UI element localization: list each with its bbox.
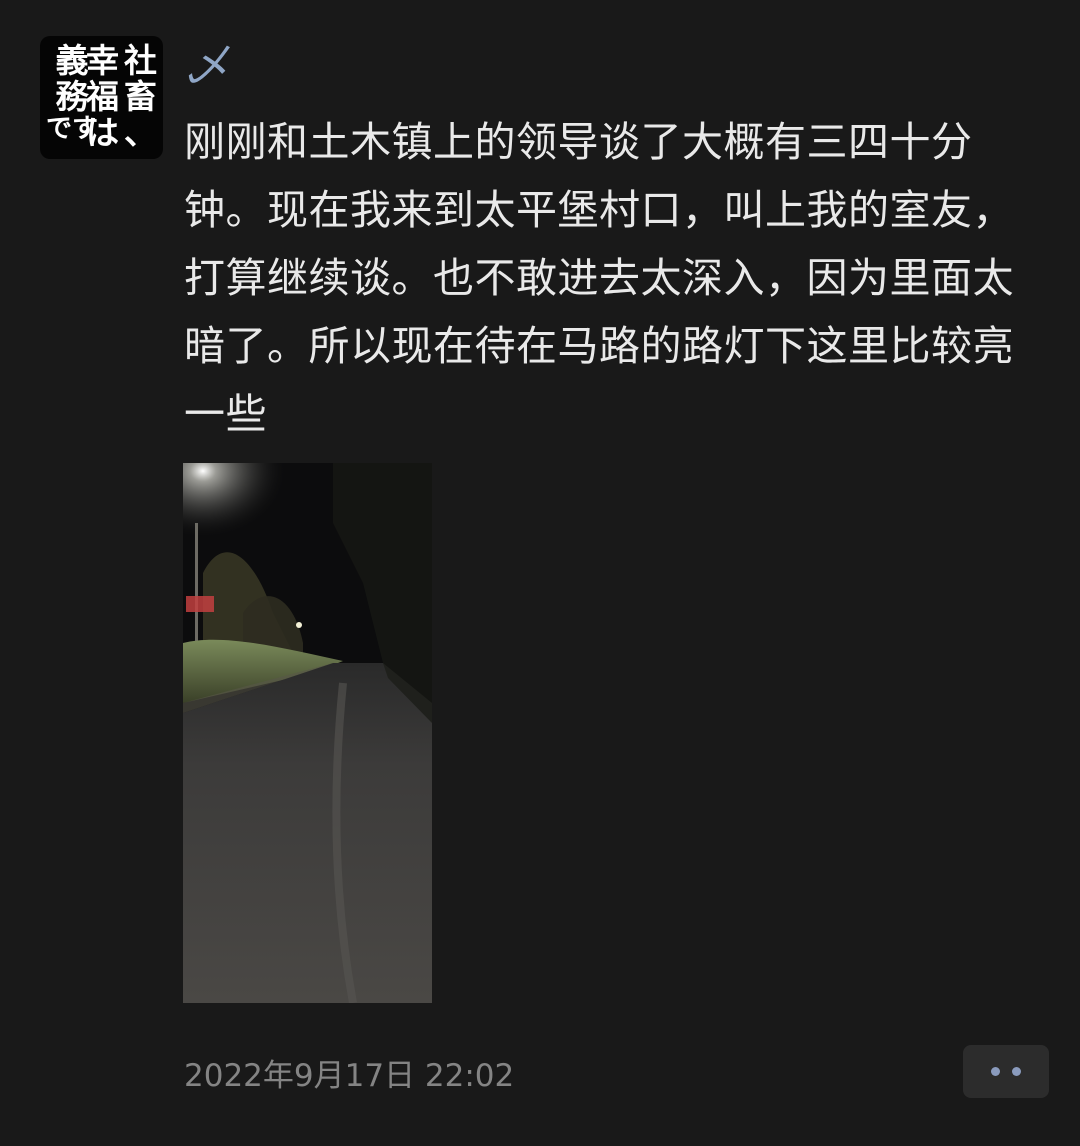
post-photo[interactable]: [183, 463, 432, 1003]
avatar-text-column: 義 務 です: [46, 44, 98, 152]
avatar[interactable]: 社 畜 、 幸 福 は 義 務 です: [40, 36, 163, 159]
avatar-char: 義: [55, 41, 89, 80]
avatar-char: です: [46, 114, 99, 144]
more-actions-button[interactable]: [963, 1045, 1049, 1098]
more-dots-icon: [991, 1067, 1000, 1076]
more-dots-icon: [1012, 1067, 1021, 1076]
avatar-char: 社: [124, 41, 157, 80]
avatar-char: 務: [55, 77, 89, 116]
avatar-text-column: 社 畜 、: [124, 44, 157, 152]
timestamp: 2022年9月17日 22:02: [184, 1058, 515, 1094]
post-text: 刚刚和土木镇上的领导谈了大概有三四十分钟。现在我来到太平堡村口，叫上我的室友，打…: [184, 118, 1014, 438]
moment-post: 社 畜 、 幸 福 は 義 務 です 乄 刚刚和土木镇上的领导谈了大概有三四十分…: [0, 0, 1080, 1146]
avatar-char: 、: [124, 113, 157, 152]
avatar-char: 畜: [124, 77, 157, 116]
username[interactable]: 乄: [186, 42, 246, 90]
